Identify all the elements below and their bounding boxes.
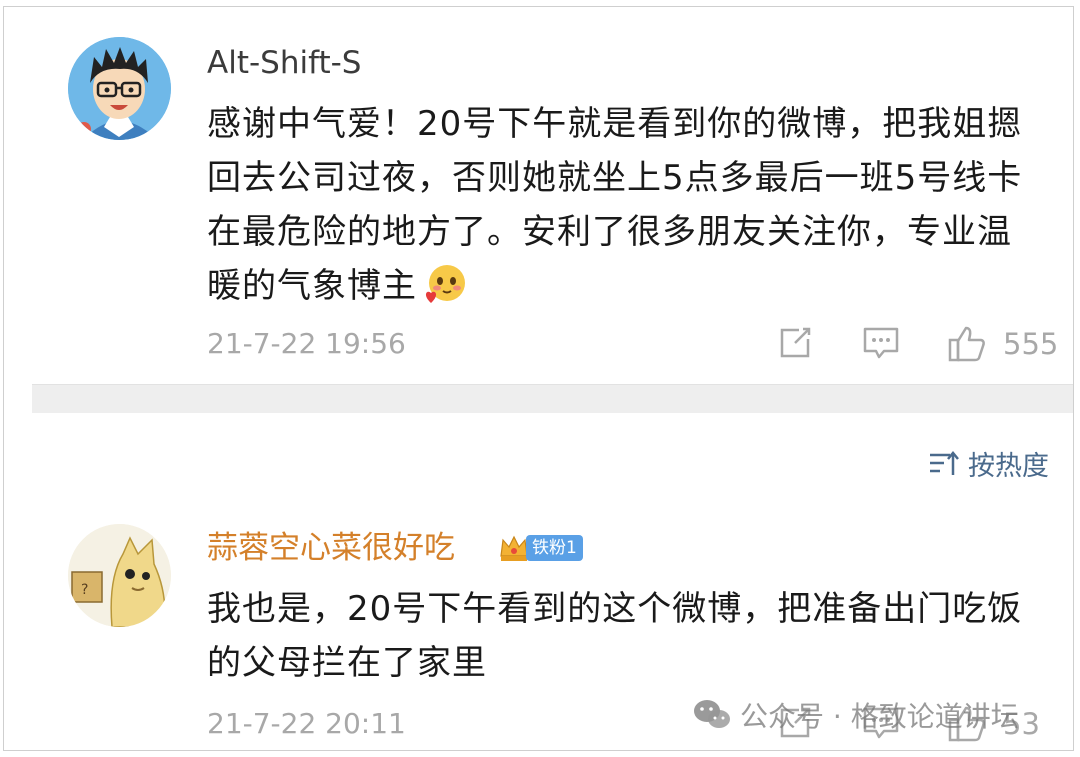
username[interactable]: Alt-Shift-S bbox=[207, 43, 362, 83]
wechat-icon bbox=[694, 700, 730, 728]
blush-heart-emoji-icon bbox=[423, 263, 467, 307]
comment-meta: 21-7-22 19:56 555 bbox=[207, 325, 1058, 365]
username[interactable]: 蒜蓉空心菜很好吃 bbox=[207, 528, 455, 568]
comment-panel: Alt-Shift-S 感谢中气爱！20号下午就是看到你的微博，把我姐摁回去公司… bbox=[3, 6, 1074, 751]
avatar[interactable] bbox=[68, 37, 171, 140]
share-button[interactable] bbox=[777, 325, 813, 361]
reply-button[interactable] bbox=[862, 325, 900, 361]
watermark-text: 公众号 · 格致论道讲坛 bbox=[740, 700, 1019, 733]
sort-icon bbox=[930, 450, 959, 475]
comment-text: 感谢中气爱！20号下午就是看到你的微博，把我姐摁回去公司过夜，否则她就坐上5点多… bbox=[207, 97, 1037, 313]
timestamp: 21-7-22 19:56 bbox=[207, 327, 406, 360]
fan-badge[interactable]: 铁粉1 bbox=[498, 530, 583, 566]
comment-text-content: 感谢中气爱！20号下午就是看到你的微博，把我姐摁回去公司过夜，否则她就坐上5点多… bbox=[207, 104, 1023, 306]
avatar[interactable]: ? bbox=[68, 524, 171, 627]
like-button[interactable]: 555 bbox=[947, 325, 1058, 363]
watermark: 公众号 · 格致论道讲坛 bbox=[692, 695, 1019, 735]
fan-level-badge: 铁粉1 bbox=[526, 535, 583, 561]
comment-icon bbox=[863, 327, 899, 359]
sort-label: 按热度 bbox=[968, 451, 1049, 482]
comment-item: Alt-Shift-S 感谢中气爱！20号下午就是看到你的微博，把我姐摁回去公司… bbox=[4, 7, 1073, 384]
comment-text: 我也是，20号下午看到的这个微博，把准备出门吃饭的父母拦在了家里 bbox=[207, 589, 1023, 683]
section-divider bbox=[32, 384, 1073, 413]
share-icon bbox=[780, 327, 811, 358]
thumbs-up-icon bbox=[948, 326, 985, 362]
like-count: 555 bbox=[1003, 327, 1059, 361]
timestamp: 21-7-22 20:11 bbox=[207, 707, 406, 740]
sort-by-hot-button[interactable]: 按热度 bbox=[928, 444, 1049, 483]
svg-text:?: ? bbox=[81, 582, 88, 598]
